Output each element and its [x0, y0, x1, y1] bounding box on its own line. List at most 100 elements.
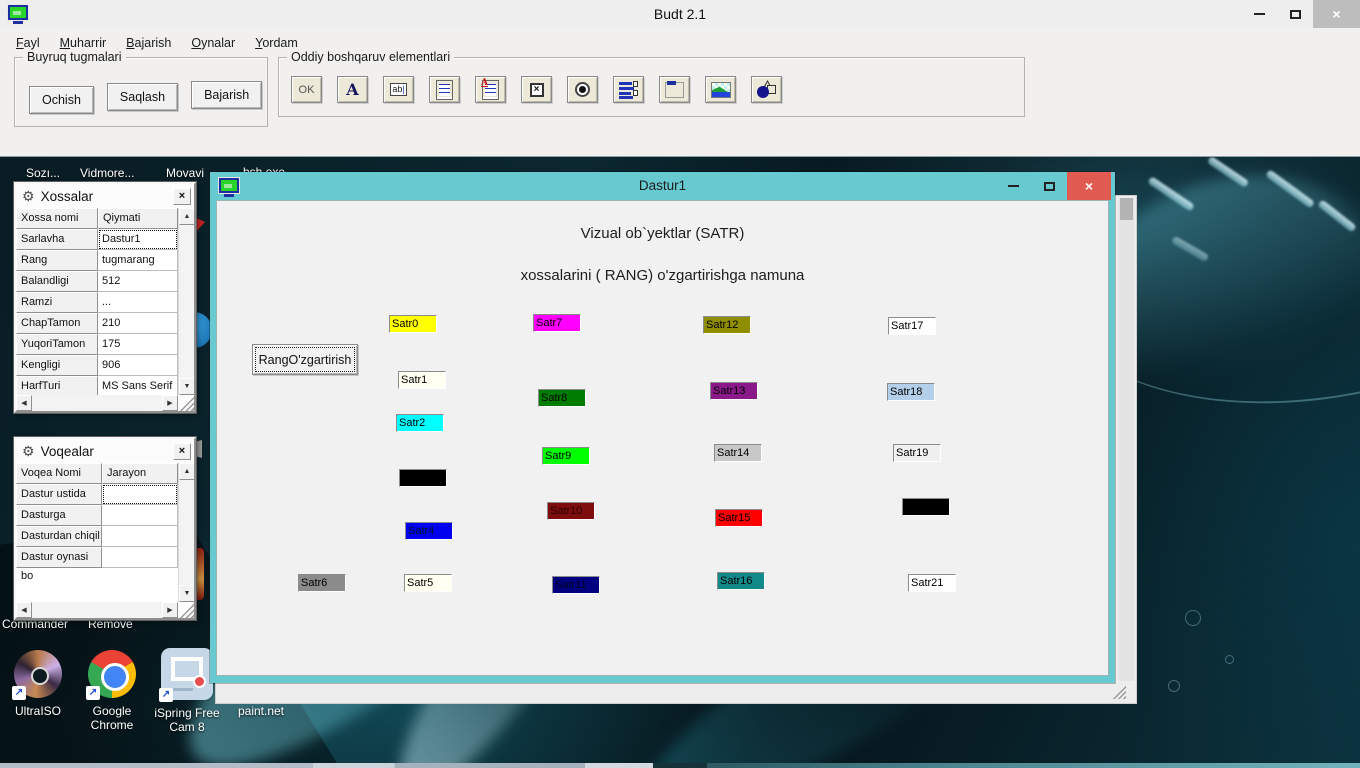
property-name-cell[interactable]: Balandligi — [16, 271, 98, 292]
scrollbar-thumb[interactable] — [1120, 198, 1133, 220]
command-button-ochish[interactable]: Ochish — [29, 86, 94, 114]
tool-ok-button[interactable]: OK — [291, 76, 322, 103]
tool-radiobutton[interactable] — [567, 76, 598, 103]
close-button[interactable]: × — [1313, 0, 1360, 28]
tool-shapes[interactable] — [751, 76, 782, 103]
resize-grip[interactable] — [178, 602, 194, 618]
scroll-down-icon[interactable]: ▼ — [179, 378, 194, 395]
property-row: Balandligi 512 — [16, 271, 178, 292]
event-value-cell[interactable] — [102, 526, 178, 547]
menu-item-yordam[interactable]: Yordam — [255, 36, 298, 50]
voqealar-titlebar[interactable]: ⚙ Voqealar × — [16, 439, 194, 463]
xossalar-titlebar[interactable]: ⚙ Xossalar × — [16, 184, 194, 208]
tool-checkbox[interactable]: × — [521, 76, 552, 103]
command-button-bajarish[interactable]: Bajarish — [191, 81, 263, 109]
property-value-cell[interactable]: Dastur1 — [98, 229, 178, 250]
property-value-cell[interactable]: ... — [98, 292, 178, 313]
dastur-heading-2: xossalarini ( RANG) o'zgartirishga namun… — [520, 267, 805, 284]
minimize-button[interactable] — [1241, 0, 1277, 28]
property-row: Kengligi 906 — [16, 355, 178, 376]
event-name-cell[interactable]: Dastur oynasi bo — [16, 547, 102, 582]
xossalar-hscrollbar[interactable]: ◀ ▶ — [16, 395, 178, 411]
voqealar-vscrollbar[interactable]: ▲ ▼ — [178, 463, 194, 602]
property-name-cell[interactable]: ChapTamon — [16, 313, 98, 334]
desktop-label-vidmore[interactable]: Vidmore... — [80, 166, 134, 180]
event-name-cell[interactable]: Dastur ustida sic — [16, 484, 102, 519]
tool-textbox[interactable]: ab| — [383, 76, 414, 103]
event-value-cell[interactable] — [102, 547, 178, 568]
satr-label-satr1: Satr1 — [398, 371, 446, 389]
property-row: ChapTamon 210 — [16, 313, 178, 334]
property-value-cell[interactable]: 175 — [98, 334, 178, 355]
satr-label-satr0: Satr0 — [389, 315, 437, 333]
property-name-cell[interactable]: Kengligi — [16, 355, 98, 376]
tool-listview[interactable] — [613, 76, 644, 103]
menu-item-oynalar[interactable]: Oynalar — [191, 36, 235, 50]
tool-frame[interactable] — [659, 76, 690, 103]
taskbar[interactable] — [0, 763, 1360, 768]
tool-image[interactable] — [705, 76, 736, 103]
event-value-cell[interactable] — [102, 484, 178, 505]
richtext-a-icon: A — [481, 78, 488, 88]
voqealar-grid: Voqea Nomi Jarayon Dastur ustida sicDast… — [16, 463, 178, 602]
scroll-left-icon[interactable]: ◀ — [16, 602, 32, 618]
dastur1-titlebar[interactable]: Dastur1 × — [210, 172, 1115, 200]
property-value-cell[interactable]: 210 — [98, 313, 178, 334]
event-name-cell[interactable]: Dasturga kirilgan — [16, 505, 102, 540]
rang-ozgartirish-button[interactable]: RangO'zgartirish — [252, 344, 358, 375]
close-icon[interactable]: × — [173, 442, 191, 460]
maximize-button[interactable] — [1031, 172, 1067, 200]
column-header[interactable]: Jarayon — [102, 463, 178, 484]
desktop-label-sozi[interactable]: Sozı... — [26, 166, 60, 180]
budt-titlebar[interactable]: Budt 2.1 × — [0, 0, 1360, 28]
scroll-up-icon[interactable]: ▲ — [179, 463, 194, 480]
property-value-cell[interactable]: MS Sans Serif — [98, 376, 178, 395]
property-name-cell[interactable]: YuqoriTamon — [16, 334, 98, 355]
background-window-scrollbar[interactable] — [1119, 198, 1134, 681]
property-name-cell[interactable]: Rang — [16, 250, 98, 271]
property-value-cell[interactable]: 906 — [98, 355, 178, 376]
menu-item-bajarish[interactable]: Bajarish — [126, 36, 171, 50]
menu-item-fayl[interactable]: Fayl — [16, 36, 40, 50]
command-button-saqlash[interactable]: Saqlash — [106, 83, 179, 111]
tool-listbox[interactable] — [429, 76, 460, 103]
budt-main-window: Budt 2.1 × Fayl Muharrir Bajarish Oynalar Yo… — [0, 0, 1360, 157]
groupbox-title: Buyruq tugmalari — [23, 50, 126, 64]
shortcut-arrow-icon: ↗ — [86, 686, 100, 700]
xossalar-vscrollbar[interactable]: ▲ ▼ — [178, 208, 194, 395]
desktop-icon-google-chrome[interactable]: ↗ Google Chrome — [77, 650, 147, 732]
minimize-button[interactable] — [995, 172, 1031, 200]
checkbox-tool-icon: × — [529, 82, 544, 97]
close-icon[interactable]: × — [173, 187, 191, 205]
property-value-cell[interactable]: 512 — [98, 271, 178, 292]
scroll-right-icon[interactable]: ▶ — [162, 602, 178, 618]
property-row: HarfTuri MS Sans Serif — [16, 376, 178, 395]
resize-grip[interactable] — [178, 395, 194, 411]
satr-label-satr2: Satr2 — [396, 414, 444, 432]
resize-grip[interactable] — [1111, 685, 1126, 699]
maximize-button[interactable] — [1277, 0, 1313, 28]
property-value-cell[interactable]: tugmarang — [98, 250, 178, 271]
scroll-right-icon[interactable]: ▶ — [162, 395, 178, 411]
scroll-left-icon[interactable]: ◀ — [16, 395, 32, 411]
tool-richtext[interactable]: A — [475, 76, 506, 103]
menu-item-muharrir[interactable]: Muharrir — [60, 36, 107, 50]
scroll-down-icon[interactable]: ▼ — [179, 585, 194, 602]
tool-label[interactable]: A — [337, 76, 368, 103]
column-header[interactable]: Qiymati — [98, 208, 178, 229]
satr-label-satr17: Satr17 — [888, 317, 936, 335]
scroll-up-icon[interactable]: ▲ — [179, 208, 194, 225]
satr-label-satr3: Satr3 — [399, 469, 447, 487]
event-value-cell[interactable] — [102, 505, 178, 526]
desktop-label-movavi[interactable]: Movavi — [166, 166, 204, 180]
property-name-cell[interactable]: HarfTuri — [16, 376, 98, 395]
property-name-cell[interactable]: Ramzi — [16, 292, 98, 313]
desktop-icon-ultraiso[interactable]: ↗ UltraISO — [3, 650, 73, 718]
event-name-cell[interactable]: Dasturdan chiqil — [16, 526, 102, 547]
property-name-cell[interactable]: Sarlavha — [16, 229, 98, 250]
close-button[interactable]: × — [1067, 172, 1111, 200]
voqealar-hscrollbar[interactable]: ◀ ▶ — [16, 602, 178, 618]
gear-icon: ⚙ — [22, 443, 35, 459]
column-header[interactable]: Voqea Nomi — [16, 463, 102, 484]
column-header[interactable]: Xossa nomi — [16, 208, 98, 229]
